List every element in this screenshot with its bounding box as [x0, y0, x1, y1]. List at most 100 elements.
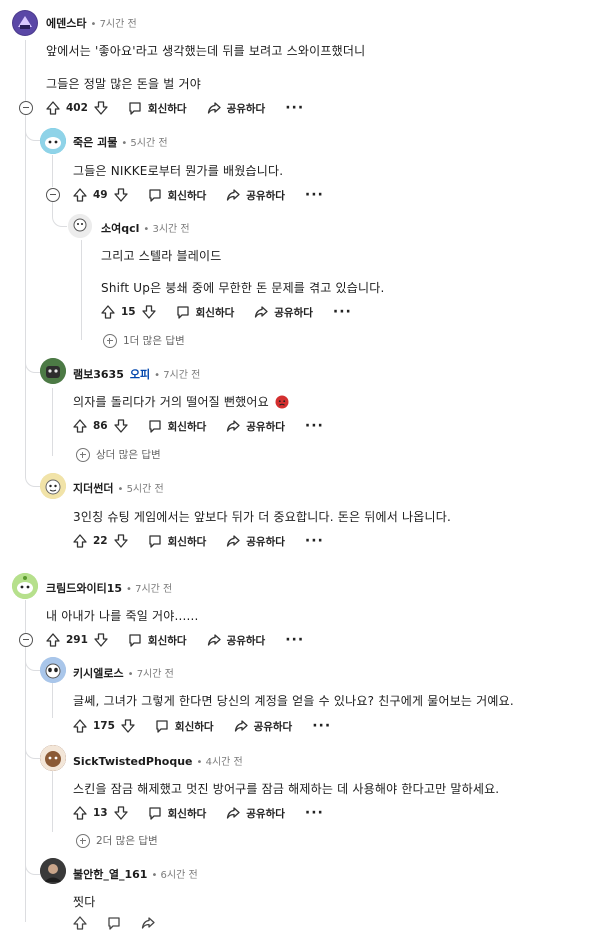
comment-text: 앞에서는 '좋아요'라고 생각했는데 뒤를 보려고 스와이프했더니: [46, 44, 366, 58]
avatar[interactable]: [12, 10, 38, 36]
upvote-icon[interactable]: [73, 188, 87, 202]
upvote-icon[interactable]: [73, 806, 87, 820]
share-button[interactable]: 공유하다: [226, 534, 285, 549]
reply-button[interactable]: 회신하다: [148, 419, 206, 434]
more-replies-button[interactable]: 1더 많은 답변: [103, 333, 185, 348]
avatar-rambo-icon: [40, 358, 66, 384]
upvote-icon[interactable]: [73, 419, 87, 433]
upvote-icon[interactable]: [73, 916, 87, 930]
share-button[interactable]: 공유하다: [226, 806, 285, 821]
thread-elbow: [25, 852, 40, 875]
downvote-icon[interactable]: [94, 101, 108, 115]
comment-author[interactable]: 에덴스타 • 7시간 전: [46, 15, 137, 31]
downvote-icon[interactable]: [113, 419, 128, 433]
reply-icon: [129, 634, 141, 647]
upvote-icon[interactable]: [46, 633, 60, 647]
more-options-button[interactable]: ···: [285, 100, 304, 116]
comment-author[interactable]: 죽은 괴물 • 5시간 전: [73, 134, 168, 150]
reply-button[interactable]: 회신하다: [128, 633, 187, 648]
comment-author[interactable]: 크림드와이티15 • 7시간 전: [46, 580, 172, 596]
more-options-button[interactable]: ···: [305, 805, 324, 821]
reply-button[interactable]: [107, 916, 121, 930]
reply-icon: [176, 306, 189, 319]
comment-text: 3인칭 슈팅 게임에서는 앞보다 뒤가 더 중요합니다. 돈은 뒤에서 나옵니다…: [73, 510, 451, 524]
snoo-avatar-icon: [40, 128, 66, 154]
avatar[interactable]: [40, 745, 66, 771]
reply-button[interactable]: 회신하다: [148, 188, 206, 203]
comment-text: 그들은 NIKKE로부터 뭔가를 배웠습니다.: [73, 164, 284, 178]
thread-elbow: [25, 460, 40, 487]
avatar[interactable]: [68, 214, 92, 238]
downvote-icon[interactable]: [94, 633, 108, 647]
share-button[interactable]: 공유하다: [207, 633, 265, 648]
more-options-button[interactable]: ···: [305, 187, 324, 203]
more-options-button[interactable]: ···: [285, 632, 304, 648]
avatar[interactable]: [40, 358, 66, 384]
avatar[interactable]: [40, 657, 66, 683]
vote-count: 15: [121, 306, 136, 318]
share-icon: [207, 634, 221, 646]
downvote-icon[interactable]: [141, 305, 156, 319]
thread-line[interactable]: [52, 155, 53, 187]
thread-line[interactable]: [52, 388, 53, 456]
avatar[interactable]: [40, 128, 66, 154]
reply-button[interactable]: 회신하다: [155, 719, 214, 734]
avatar[interactable]: [40, 858, 66, 884]
share-button[interactable]: 공유하다: [234, 719, 292, 734]
comment-actions: 13 회신하다 공유하다 ···: [73, 804, 324, 822]
comment-author[interactable]: 지더썬더 • 5시간 전: [73, 480, 164, 496]
reply-button[interactable]: 회신하다: [176, 305, 234, 320]
upvote-icon[interactable]: [101, 305, 115, 319]
downvote-icon[interactable]: [113, 188, 128, 202]
vote-count: 13: [93, 807, 108, 819]
comment-author[interactable]: 램보3635 오피 • 7시간 전: [73, 366, 200, 382]
collapse-thread-button[interactable]: [46, 188, 60, 202]
comment-author[interactable]: 소여qcl • 3시간 전: [101, 220, 190, 236]
avatar[interactable]: [12, 573, 38, 599]
share-button[interactable]: 공유하다: [226, 188, 285, 203]
plus-circle-icon: [103, 333, 117, 348]
avatar-character-icon: [40, 745, 66, 771]
share-button[interactable]: 공유하다: [254, 305, 313, 320]
share-button[interactable]: 공유하다: [207, 101, 265, 116]
share-icon: [227, 420, 240, 432]
avatar[interactable]: [40, 473, 66, 499]
reply-icon: [148, 189, 161, 202]
share-icon: [227, 807, 240, 819]
thread-elbow: [25, 736, 40, 759]
more-replies-button[interactable]: 상더 많은 답변: [76, 447, 161, 462]
downvote-icon[interactable]: [121, 719, 135, 733]
share-button[interactable]: 공유하다: [226, 419, 285, 434]
comment-text: 그들은 정말 많은 돈을 벌 거야: [46, 77, 201, 91]
comment-author[interactable]: 불안한_열_161 • 6시간 전: [73, 866, 198, 882]
thread-line[interactable]: [81, 240, 82, 340]
vote-count: 175: [93, 720, 115, 732]
more-replies-button[interactable]: 2더 많은 답변: [76, 833, 158, 848]
comment-author[interactable]: SickTwistedPhoque • 4시간 전: [73, 753, 243, 768]
comment-text: 의자를 돌리다가 거의 떨어질 뻔했어요: [73, 393, 289, 410]
collapse-thread-button[interactable]: [19, 101, 33, 115]
comment-actions: 22 회신하다 공유하다 ···: [73, 532, 324, 550]
upvote-icon[interactable]: [46, 101, 60, 115]
comment-author[interactable]: 키시엘로스 • 7시간 전: [73, 665, 174, 681]
more-options-button[interactable]: ···: [305, 533, 324, 549]
upvote-icon[interactable]: [73, 719, 87, 733]
downvote-icon[interactable]: [113, 534, 128, 548]
angry-face-icon: [275, 395, 289, 408]
more-options-button[interactable]: ···: [312, 718, 331, 734]
downvote-icon[interactable]: [113, 806, 128, 820]
more-options-button[interactable]: ···: [305, 418, 324, 434]
reply-button[interactable]: 회신하다: [148, 806, 206, 821]
comment-text: Shift Up은 붕쇄 중에 무한한 돈 문제를 겪고 있습니다.: [101, 281, 385, 295]
upvote-icon[interactable]: [73, 534, 87, 548]
reply-button[interactable]: 회신하다: [128, 101, 187, 116]
comment-actions: 175 회신하다 공유하다 ···: [73, 717, 331, 735]
share-button[interactable]: [141, 916, 155, 930]
snoo-avatar-icon: [12, 573, 38, 599]
collapse-thread-button[interactable]: [19, 633, 33, 647]
more-options-button[interactable]: ···: [333, 304, 352, 320]
reply-button[interactable]: 회신하다: [148, 534, 206, 549]
reply-icon: [148, 535, 161, 548]
thread-line[interactable]: [52, 682, 53, 718]
thread-line[interactable]: [52, 770, 53, 832]
